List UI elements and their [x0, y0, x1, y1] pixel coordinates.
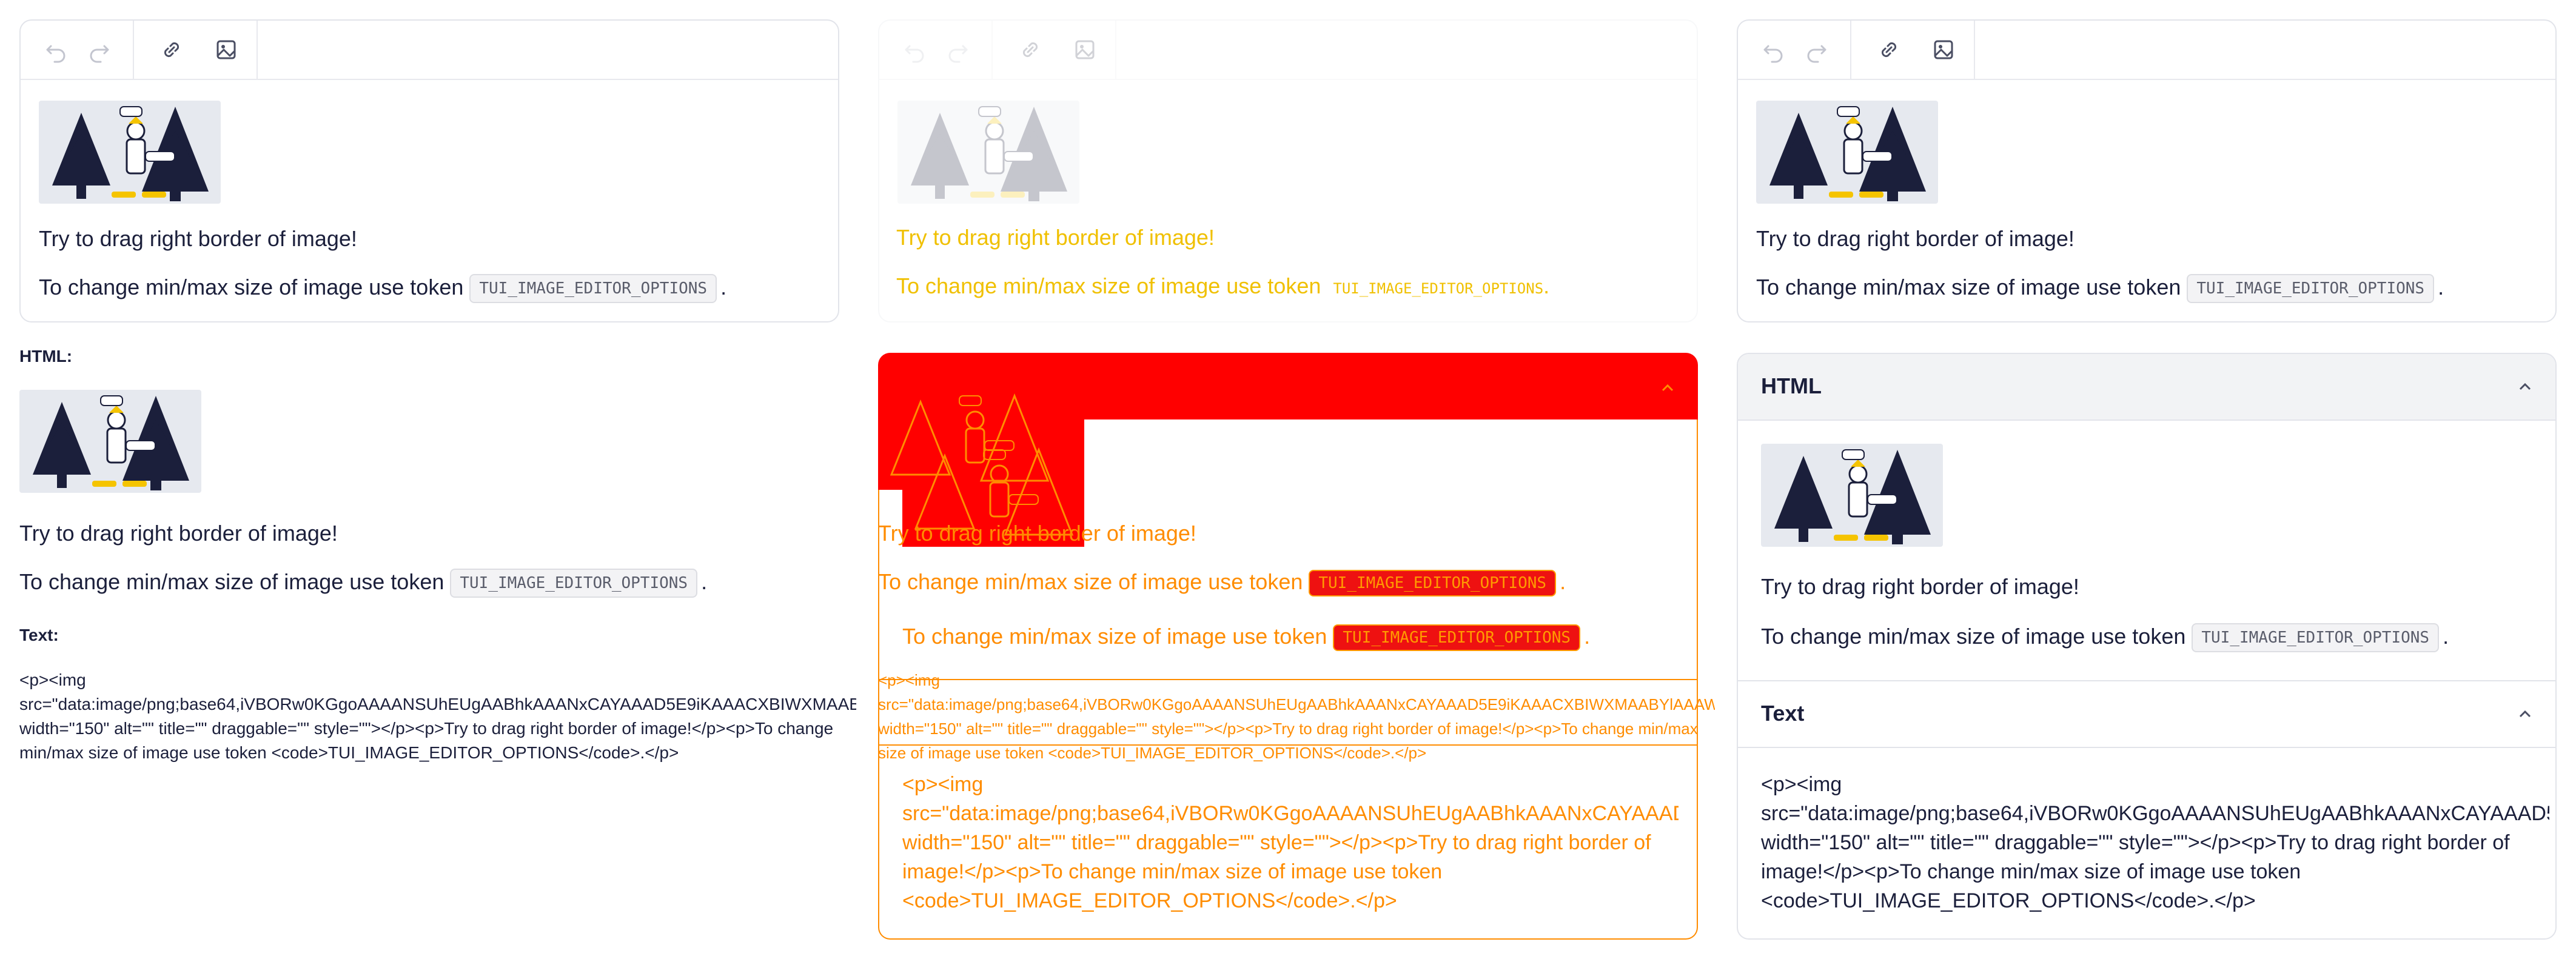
- accordion: HTML Try to drag right border of image! …: [1737, 353, 2557, 940]
- overlay-change-text-2: To change min/max size of image use toke…: [902, 623, 1590, 652]
- middle-change-text: To change min/max size of image use toke…: [896, 273, 1550, 298]
- content-image[interactable]: [39, 101, 221, 204]
- editor-toolbar-middle: [879, 21, 1697, 80]
- undo-icon[interactable]: [1757, 34, 1789, 65]
- token-code: TUI_IMAGE_EDITOR_OPTIONS: [469, 274, 717, 304]
- editor-toolbar: [21, 21, 838, 80]
- link-icon[interactable]: [1873, 34, 1905, 65]
- undo-icon[interactable]: [899, 34, 930, 65]
- editor-left: Try to drag right border of image! To ch…: [19, 19, 839, 322]
- accordion-drag-text: Try to drag right border of image!: [1761, 574, 2079, 599]
- history-group-middle: [879, 21, 993, 79]
- overlay-chevron-up-icon: [1655, 376, 1680, 400]
- redo-icon[interactable]: [84, 34, 115, 65]
- redo-icon[interactable]: [1801, 34, 1833, 65]
- token-code-right: TUI_IMAGE_EDITOR_OPTIONS: [2187, 274, 2435, 304]
- redo-icon[interactable]: [942, 34, 974, 65]
- insert-group-right: [1850, 21, 1975, 79]
- change-text-line: To change min/max size of image use toke…: [39, 274, 726, 304]
- image-icon[interactable]: [1069, 34, 1101, 65]
- chevron-up-icon[interactable]: [2513, 702, 2537, 726]
- overlay-raw-text: <p><img src="data:image/png;base64,iVBOR…: [878, 671, 1715, 762]
- accordion-text-title: Text: [1761, 701, 1805, 726]
- editor-toolbar-right: [1738, 21, 2555, 80]
- preview-token-code: TUI_IMAGE_EDITOR_OPTIONS: [450, 569, 698, 598]
- accordion-preview-image: [1761, 444, 1943, 547]
- drag-text: Try to drag right border of image!: [39, 226, 357, 251]
- accordion-html-title: HTML: [1761, 373, 1822, 398]
- history-group-right: [1738, 21, 1851, 79]
- content-image-middle[interactable]: [897, 101, 1079, 204]
- drag-text-right: Try to drag right border of image!: [1756, 226, 2075, 251]
- overlay-token-code: TUI_IMAGE_EDITOR_OPTIONS: [1309, 570, 1557, 597]
- accordion-html-header[interactable]: HTML: [1738, 354, 2555, 421]
- undo-icon[interactable]: [40, 34, 72, 65]
- preview-image: [19, 390, 201, 493]
- content-image-right[interactable]: [1756, 101, 1938, 204]
- overlay-change-text: To change min/max size of image use toke…: [878, 569, 1566, 597]
- html-label: HTML:: [19, 347, 73, 366]
- change-text-line-right: To change min/max size of image use toke…: [1756, 274, 2444, 304]
- overlay-token-code-2: TUI_IMAGE_EDITOR_OPTIONS: [1333, 624, 1581, 652]
- link-icon[interactable]: [156, 34, 187, 65]
- preview-drag-text: Try to drag right border of image!: [19, 521, 338, 546]
- overlay-drag-text: Try to drag right border of image!: [878, 521, 1196, 546]
- link-icon[interactable]: [1015, 34, 1046, 65]
- history-group: [21, 21, 134, 79]
- overlay-raw-text-2: <p><img src="data:image/png;base64,iVBOR…: [902, 773, 1679, 912]
- preview-change-text: To change min/max size of image use toke…: [19, 569, 707, 598]
- accordion-token-code: TUI_IMAGE_EDITOR_OPTIONS: [2192, 623, 2440, 653]
- raw-text-output: <p><img src="data:image/png;base64,iVBOR…: [19, 670, 856, 762]
- image-icon[interactable]: [210, 34, 242, 65]
- image-icon[interactable]: [1928, 34, 1959, 65]
- insert-group-middle: [991, 21, 1116, 79]
- text-label: Text:: [19, 626, 59, 644]
- middle-drag-text: Try to drag right border of image!: [896, 225, 1215, 250]
- accordion-text-header[interactable]: Text: [1738, 680, 2555, 748]
- editor-right: Try to drag right border of image! To ch…: [1737, 19, 2557, 322]
- insert-group: [133, 21, 258, 79]
- accordion-change-text: To change min/max size of image use toke…: [1761, 623, 2449, 653]
- chevron-up-icon[interactable]: [2513, 375, 2537, 399]
- accordion-raw-text: <p><img src="data:image/png;base64,iVBOR…: [1761, 773, 2549, 912]
